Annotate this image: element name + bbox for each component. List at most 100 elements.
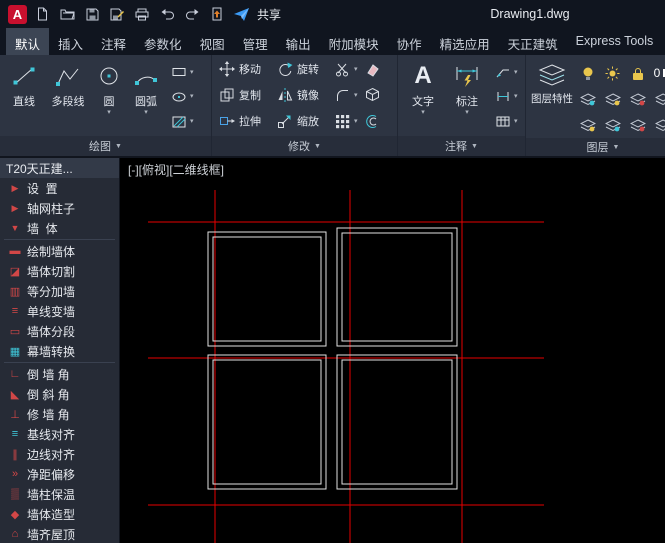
viewport-controls-label[interactable]: [-][俯视][二维线框] (128, 161, 224, 178)
annotate-extra-column: ▾ ▾ ▾ (491, 58, 518, 136)
polyline-button[interactable]: 多段线 (45, 58, 91, 136)
layer-tool-button[interactable] (630, 119, 646, 132)
fillet-button[interactable]: ▾ (333, 83, 363, 107)
ellipse-button[interactable]: ▾ (171, 88, 194, 106)
circle-dropdown-icon[interactable]: ▾ (107, 109, 111, 116)
stretch-button[interactable]: 拉伸 (217, 109, 275, 133)
undo-button[interactable] (157, 4, 177, 24)
save-button[interactable] (82, 4, 102, 24)
share-button[interactable] (232, 4, 252, 24)
text-dropdown-icon[interactable]: ▾ (421, 109, 425, 116)
panel-label-layers[interactable]: 图层 ▼ (526, 138, 665, 156)
line-button[interactable]: 直线 (5, 58, 43, 136)
curtain-wall-icon: ▦ (9, 345, 21, 358)
move-button[interactable]: 移动 (217, 57, 275, 81)
layer-on-button[interactable] (581, 66, 595, 81)
wall-outer-rect (208, 232, 326, 346)
panel-expand-icon: ▼ (471, 142, 478, 150)
dimension-button[interactable]: 标注 ▾ (445, 58, 489, 136)
autocad-logo[interactable]: A (8, 4, 27, 24)
palette-item-curtain-wall-convert[interactable]: ▦ 幕墙转换 (0, 341, 119, 361)
palette-item-wall-corner[interactable]: ∟ 倒 墙 角 (0, 364, 119, 384)
tab-collaborate[interactable]: 协作 (388, 28, 431, 55)
share-label[interactable]: 共享 (257, 6, 281, 23)
palette-item-edge-align[interactable]: ∥ 边线对齐 (0, 444, 119, 464)
palette-item-clear-offset[interactable]: » 净距偏移 (0, 464, 119, 484)
wall-outer-rect (337, 355, 457, 489)
layer-select[interactable]: 0 (654, 64, 665, 82)
new-file-button[interactable] (32, 4, 52, 24)
tab-featured-apps[interactable]: 精选应用 (431, 28, 499, 55)
explode-button[interactable] (363, 83, 387, 107)
palette-item-baseline-align[interactable]: ≡ 基线对齐 (0, 424, 119, 444)
offset-button[interactable] (363, 109, 387, 133)
table-button[interactable]: ▾ (495, 113, 518, 131)
open-button[interactable] (57, 4, 77, 24)
tab-insert[interactable]: 插入 (49, 28, 92, 55)
tab-default[interactable]: 默认 (6, 28, 50, 55)
layer-thaw-button[interactable] (605, 66, 620, 81)
tab-manage[interactable]: 管理 (234, 28, 277, 55)
layer-tool-button[interactable] (655, 93, 665, 106)
arc-button[interactable]: 圆弧 ▾ (127, 58, 165, 136)
palette-group-settings[interactable]: ▶ 设 置 (0, 178, 119, 198)
tab-view[interactable]: 视图 (191, 28, 234, 55)
panel-label-modify[interactable]: 修改 ▼ (212, 136, 397, 156)
layer-tool-button[interactable] (605, 119, 621, 132)
dwf-upload-button[interactable] (207, 4, 227, 24)
palette-item-wall-shape[interactable]: ◆ 墙体造型 (0, 504, 119, 524)
palette-item-fix-wall-corner[interactable]: ⊥ 修 墙 角 (0, 404, 119, 424)
palette-item-wall-to-roof[interactable]: ⌂ 墙齐屋顶 (0, 524, 119, 543)
layer-tool-button[interactable] (580, 93, 596, 106)
save-as-button[interactable] (107, 4, 127, 24)
rotate-button[interactable]: 旋转 (275, 57, 333, 81)
palette-group-grid-column[interactable]: ▶ 轴网柱子 (0, 198, 119, 218)
layer-tool-button[interactable] (655, 119, 665, 132)
arc-dropdown-icon[interactable]: ▾ (144, 109, 148, 116)
trim-button[interactable]: ▾ (333, 57, 363, 81)
layer-tool-button[interactable] (605, 93, 621, 106)
plot-button[interactable] (132, 4, 152, 24)
drawing-svg[interactable] (120, 158, 665, 543)
text-button[interactable]: A 文字 ▾ (403, 58, 443, 136)
tab-output[interactable]: 输出 (277, 28, 320, 55)
palette-item-line-to-wall[interactable]: ≡ 单线变墙 (0, 301, 119, 321)
erase-button[interactable] (363, 57, 387, 81)
tab-tarch[interactable]: 天正建筑 (499, 28, 567, 55)
drawing-canvas[interactable]: [-][俯视][二维线框] (120, 158, 665, 543)
dimension-dropdown-icon[interactable]: ▾ (465, 109, 469, 116)
palette-group-wall[interactable]: ▼ 墙 体 (0, 218, 119, 238)
wall-cut-icon: ◪ (9, 265, 21, 278)
panel-label-draw[interactable]: 绘图 ▼ (0, 136, 211, 156)
hatch-button[interactable]: ▾ (171, 113, 194, 131)
rectangle-button[interactable]: ▾ (171, 63, 194, 81)
palette-item-equal-divide-wall[interactable]: ▥ 等分加墙 (0, 281, 119, 301)
array-button[interactable]: ▾ (333, 109, 363, 133)
palette-item-wall-segment[interactable]: ▭ 墙体分段 (0, 321, 119, 341)
text-icon: A (414, 62, 432, 89)
wall-segment-icon: ▭ (9, 325, 21, 338)
wall-corner-icon: ∟ (9, 368, 21, 380)
leader-button[interactable]: ▾ (495, 63, 518, 81)
copy-button[interactable]: 复制 (217, 83, 275, 107)
tab-addins[interactable]: 附加模块 (320, 28, 388, 55)
layer-tool-button[interactable] (630, 93, 646, 106)
palette-title[interactable]: T20天正建... (0, 158, 119, 178)
mirror-button[interactable]: 镜像 (275, 83, 333, 107)
dimension-style-button[interactable]: ▾ (495, 88, 518, 106)
layer-mini-icon (630, 119, 646, 132)
palette-item-wall-chamfer[interactable]: ◣ 倒 斜 角 (0, 384, 119, 404)
tab-annotate[interactable]: 注释 (92, 28, 135, 55)
palette-item-wall-cut[interactable]: ◪ 墙体切割 (0, 261, 119, 281)
layer-tool-button[interactable] (580, 119, 596, 132)
palette-item-draw-wall[interactable]: ▬ 绘制墙体 (0, 241, 119, 261)
palette-item-wall-insulation[interactable]: ▒ 墙柱保温 (0, 484, 119, 504)
panel-label-annotate[interactable]: 注释 ▼ (398, 136, 525, 156)
layer-properties-button[interactable]: 图层特性 (531, 58, 573, 138)
redo-button[interactable] (182, 4, 202, 24)
tab-express-tools[interactable]: Express Tools (567, 28, 663, 55)
tab-parametric[interactable]: 参数化 (135, 28, 191, 55)
layer-lock-button[interactable] (631, 66, 645, 81)
circle-button[interactable]: 圆 ▾ (93, 58, 125, 136)
scale-button[interactable]: 缩放 (275, 109, 333, 133)
